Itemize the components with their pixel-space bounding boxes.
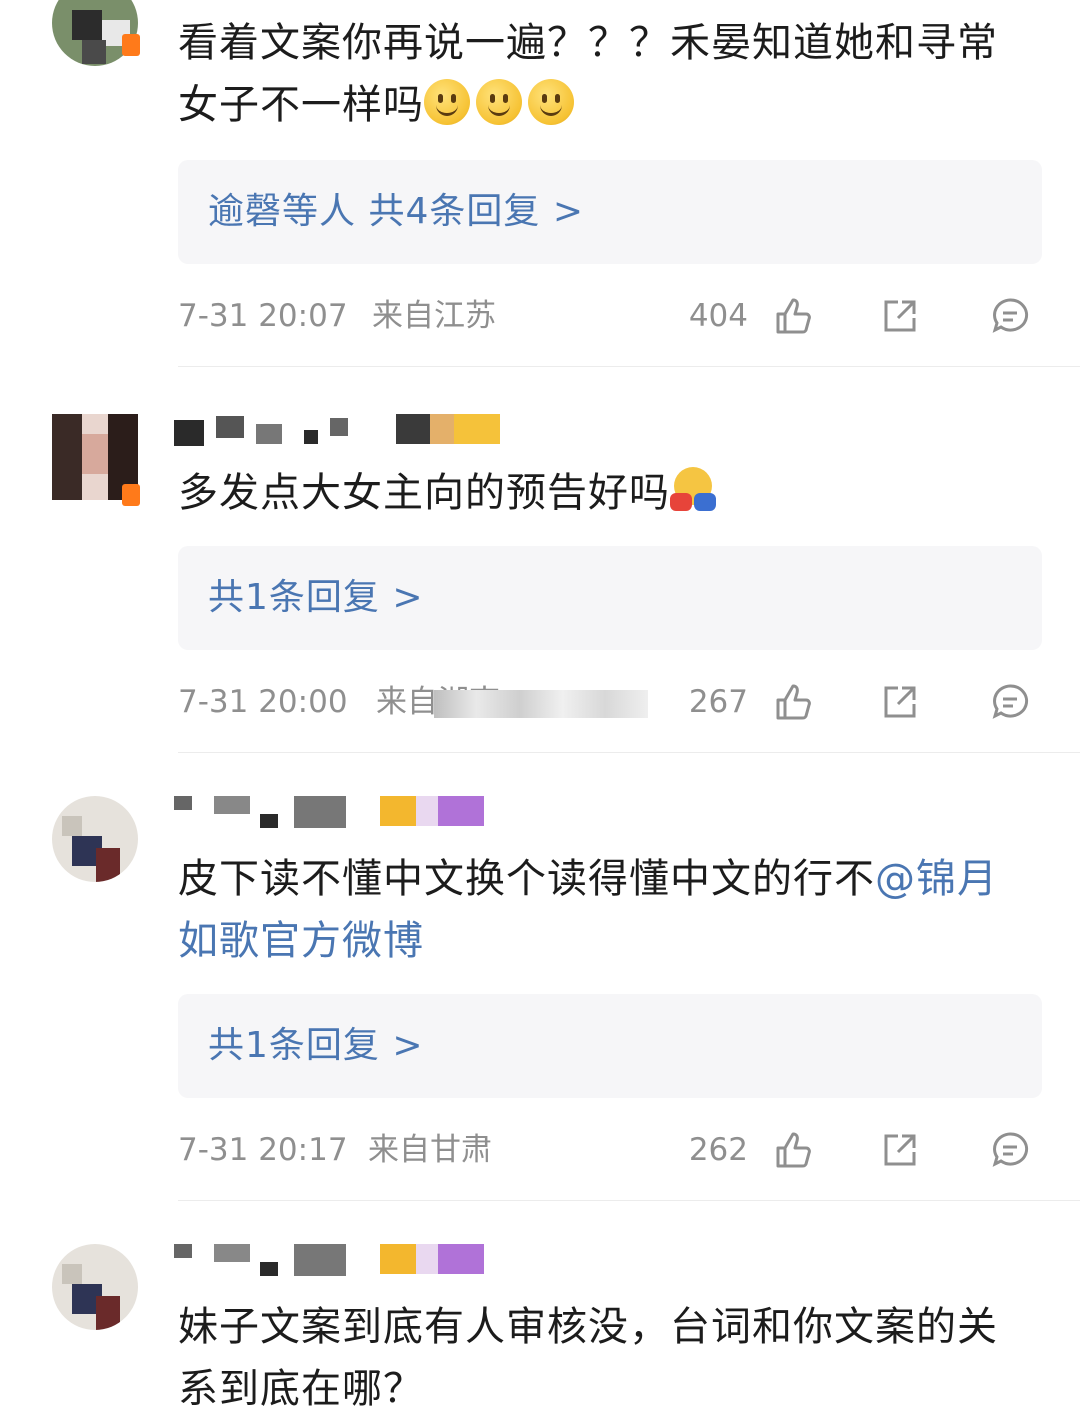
location: 来自江苏	[372, 298, 496, 334]
thumbs-up-icon[interactable]	[772, 296, 812, 336]
avatar[interactable]	[52, 1244, 138, 1330]
divider	[178, 366, 1080, 367]
reply-count-link[interactable]: 共1条回复 >	[208, 546, 424, 650]
thumbs-up-icon[interactable]	[772, 682, 812, 722]
divider	[178, 752, 1080, 753]
comment-meta: 7-31 20:07 来自江苏 404	[178, 296, 1038, 336]
comment-icon[interactable]	[990, 682, 1030, 722]
comment-text: 看着文案你再说一遍？？？禾晏知道她和寻常女子不一样吗	[178, 20, 998, 128]
user-medal	[380, 1244, 498, 1274]
like-count: 404	[688, 298, 748, 334]
user-medal	[380, 796, 498, 826]
verified-badge	[122, 484, 140, 506]
username[interactable]	[174, 796, 354, 830]
share-icon[interactable]	[880, 296, 920, 336]
comment-meta: 7-31 20:17 来自甘肃 262	[178, 1130, 1038, 1170]
comment-text: 皮下读不懂中文换个读得懂中文的行不@锦月如歌官方微博	[178, 856, 998, 964]
reply-summary[interactable]: 共1条回复 >	[178, 546, 1042, 650]
reply-summary[interactable]: 逾磬等人 共4条回复 >	[178, 160, 1042, 264]
reply-count-link[interactable]: 共4条回复 >	[368, 191, 584, 232]
timestamp: 7-31 20:00	[178, 684, 348, 720]
timestamp: 7-31 20:07	[178, 298, 348, 334]
reply-prefix[interactable]: 逾磬等人	[208, 191, 356, 232]
blurred-region	[434, 690, 648, 718]
smile-emoji-icon	[528, 79, 574, 125]
reply-summary[interactable]: 共1条回复 >	[178, 994, 1042, 1098]
smile-emoji-icon	[424, 79, 470, 125]
comment-icon[interactable]	[990, 1130, 1030, 1170]
divider	[178, 1200, 1080, 1201]
like-count: 262	[688, 1132, 748, 1168]
smile-emoji-icon	[476, 79, 522, 125]
username[interactable]	[174, 412, 354, 446]
share-icon[interactable]	[880, 1130, 920, 1170]
username[interactable]	[174, 1244, 354, 1278]
avatar[interactable]	[52, 796, 138, 882]
like-count: 267	[688, 684, 748, 720]
comment-text: 妹子文案到底有人审核没，台词和你文案的关系到底在哪？	[178, 1304, 998, 1412]
timestamp: 7-31 20:17	[178, 1132, 348, 1168]
user-medal	[382, 414, 500, 444]
thumbs-up-icon[interactable]	[772, 1130, 812, 1170]
comment-meta: 7-31 20:00 来自湖南 267	[178, 682, 1038, 722]
location: 来自甘肃	[368, 1132, 492, 1168]
comment-text: 多发点大女主向的预告好吗	[178, 462, 1038, 524]
share-icon[interactable]	[880, 682, 920, 722]
avatar[interactable]	[52, 0, 138, 66]
comment-icon[interactable]	[990, 296, 1030, 336]
verified-badge	[122, 34, 140, 56]
hug-emoji-icon	[670, 467, 716, 513]
reply-count-link[interactable]: 共1条回复 >	[208, 994, 424, 1098]
